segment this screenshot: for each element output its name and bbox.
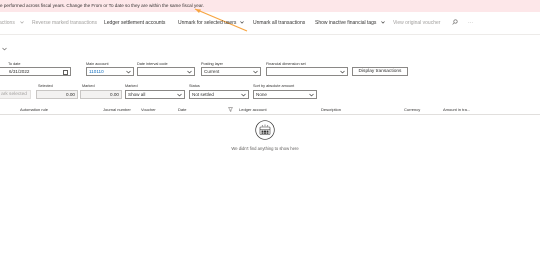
selected-label: Selected xyxy=(38,84,53,88)
display-transactions-button[interactable]: Display transactions xyxy=(352,67,408,76)
status-field[interactable]: Not settled xyxy=(189,90,249,99)
empty-state-message: We didn't find anything to show here xyxy=(231,146,299,151)
column-automation-rule[interactable]: Automation rule xyxy=(20,107,48,112)
mark-selected-button[interactable]: ark selected xyxy=(0,90,31,99)
to-date-field[interactable]: 6/31/2022 xyxy=(0,67,71,76)
selected-amount-value: 0.00 xyxy=(66,92,75,97)
marked-filter-value: Show all xyxy=(128,92,146,97)
chevron-down-icon[interactable] xyxy=(253,70,258,74)
empty-state-icon xyxy=(255,120,275,140)
chevron-down-icon[interactable] xyxy=(309,93,314,97)
chevron-down-icon xyxy=(20,21,24,24)
posting-layer-value: Current xyxy=(204,69,220,74)
marked-amount-field: 0.00 xyxy=(80,90,122,99)
column-ledger-account[interactable]: Ledger account xyxy=(239,107,267,112)
main-account-label: Main account xyxy=(86,62,109,66)
marked-amount-value: 0.00 xyxy=(110,92,119,97)
view-original-voucher-button[interactable]: View original voucher xyxy=(393,20,440,26)
reverse-marked-button[interactable]: Reverse marked transactions xyxy=(32,20,97,26)
chevron-down-icon[interactable] xyxy=(2,47,7,51)
status-label: Status xyxy=(189,84,200,88)
error-banner: e performed across fiscal years. Change … xyxy=(0,0,540,12)
main-account-value: 110110 xyxy=(89,69,104,74)
chevron-down-icon[interactable] xyxy=(126,70,131,74)
selected-amount-field: 0.00 xyxy=(36,90,78,99)
posting-layer-field[interactable]: Current xyxy=(201,67,261,76)
chevron-down-icon[interactable] xyxy=(241,93,246,97)
dimension-set-label: Financial dimension set xyxy=(266,62,306,66)
date-interval-label: Date interval code xyxy=(137,62,168,66)
sort-by-label: Sort by absolute amount xyxy=(253,84,295,88)
sort-by-field[interactable]: None xyxy=(253,90,317,99)
grid-header: Automation rule Journal number Voucher D… xyxy=(0,105,540,115)
show-inactive-tags-button[interactable]: Show inactive financial tags xyxy=(315,20,376,26)
actions-menu[interactable]: actions xyxy=(0,20,15,26)
posting-layer-label: Posting layer xyxy=(201,62,223,66)
to-date-value: 6/31/2022 xyxy=(9,69,30,74)
column-voucher[interactable]: Voucher xyxy=(141,107,156,112)
more-options-icon[interactable]: ··· xyxy=(468,20,473,26)
column-description[interactable]: Description xyxy=(321,107,341,112)
unmark-all-button[interactable]: Unmark all transactions xyxy=(253,20,305,26)
search-icon[interactable] xyxy=(452,19,458,25)
toolbar-divider xyxy=(0,34,540,35)
column-currency[interactable]: Currency xyxy=(404,107,420,112)
marked-amount-label: Marked xyxy=(82,84,95,88)
calendar-icon[interactable] xyxy=(63,69,68,75)
chevron-down-icon xyxy=(381,21,385,24)
to-date-label: To date xyxy=(8,62,21,66)
chevron-down-icon[interactable] xyxy=(177,93,182,97)
marked-filter-label: Marked xyxy=(125,84,138,88)
unmark-selected-users-button[interactable]: Unmark for selected users xyxy=(178,20,236,26)
dimension-set-field[interactable] xyxy=(266,67,348,76)
column-date[interactable]: Date xyxy=(178,107,186,112)
action-toolbar: actions Reverse marked transactions Ledg… xyxy=(0,16,540,30)
chevron-down-icon xyxy=(240,21,244,24)
main-account-field[interactable]: 110110 xyxy=(86,67,134,76)
ledger-settlement-accounts-button[interactable]: Ledger settlement accounts xyxy=(104,20,165,26)
column-amount[interactable]: Amount in tra... xyxy=(443,107,470,112)
date-interval-field[interactable] xyxy=(137,67,195,76)
marked-filter-field[interactable]: Show all xyxy=(125,90,185,99)
status-value: Not settled xyxy=(192,92,214,97)
column-journal-number[interactable]: Journal number xyxy=(103,107,131,112)
error-message: e performed across fiscal years. Change … xyxy=(0,3,204,8)
filter-icon[interactable] xyxy=(228,107,233,112)
chevron-down-icon[interactable] xyxy=(340,70,345,74)
sort-by-value: None xyxy=(256,92,267,97)
chevron-down-icon[interactable] xyxy=(187,70,192,74)
